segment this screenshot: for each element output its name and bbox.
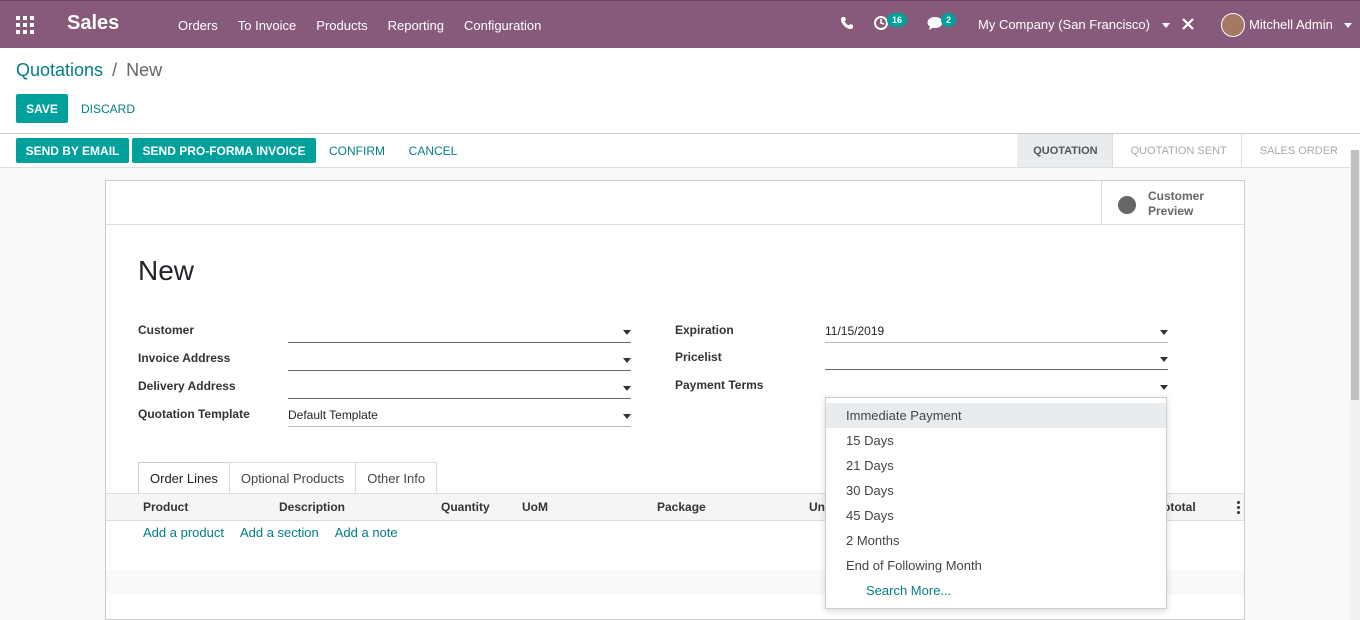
search-more-link[interactable]: Search More... <box>826 578 1166 603</box>
column-unit-price[interactable]: Un <box>809 500 825 514</box>
notebook-tabs: Order Lines Optional Products Other Info <box>138 462 438 493</box>
add-product-link[interactable]: Add a product <box>143 525 224 540</box>
chevron-down-icon[interactable] <box>623 386 631 391</box>
column-quantity[interactable]: Quantity <box>441 500 490 514</box>
form-statusbar: SEND BY EMAIL SEND PRO-FORMA INVOICE CON… <box>0 133 1360 168</box>
user-menu[interactable]: Mitchell Admin <box>1249 17 1353 32</box>
payment-terms-dropdown: Immediate Payment 15 Days 21 Days 30 Day… <box>825 397 1167 609</box>
chevron-down-icon[interactable] <box>623 414 631 419</box>
column-product[interactable]: Product <box>143 500 188 514</box>
option-immediate-payment[interactable]: Immediate Payment <box>826 403 1166 428</box>
chevron-down-icon[interactable] <box>1160 357 1168 362</box>
status-steps: QUOTATION QUOTATION SENT SALES ORDER <box>1017 134 1352 167</box>
add-note-link[interactable]: Add a note <box>335 525 398 540</box>
company-switcher[interactable]: My Company (San Francisco) <box>978 17 1170 32</box>
confirm-button[interactable]: CONFIRM <box>322 138 392 163</box>
quotation-template-label: Quotation Template <box>138 407 250 421</box>
top-navbar: Sales Orders To Invoice Products Reporti… <box>0 0 1360 48</box>
cancel-button[interactable]: CANCEL <box>402 138 464 163</box>
status-quotation: QUOTATION <box>1017 134 1112 167</box>
status-sales-order: SALES ORDER <box>1240 134 1352 167</box>
option-21-days[interactable]: 21 Days <box>826 453 1166 478</box>
customer-preview-button[interactable]: Customer Preview <box>1101 181 1244 225</box>
pricelist-label: Pricelist <box>675 350 722 364</box>
user-name: Mitchell Admin <box>1249 17 1333 32</box>
globe-icon <box>1118 196 1136 214</box>
expiration-field[interactable]: 11/15/2019 <box>825 321 1168 343</box>
option-2-months[interactable]: 2 Months <box>826 528 1166 553</box>
menu-configuration[interactable]: Configuration <box>454 18 551 33</box>
chevron-down-icon[interactable] <box>623 358 631 363</box>
column-description[interactable]: Description <box>279 500 345 514</box>
breadcrumb-current: New <box>126 60 163 80</box>
chevron-down-icon <box>1344 23 1353 29</box>
menu-to-invoice[interactable]: To Invoice <box>228 18 307 33</box>
invoice-address-field[interactable] <box>288 349 631 371</box>
menu-products[interactable]: Products <box>306 18 377 33</box>
chevron-down-icon <box>1161 23 1170 29</box>
expiration-label: Expiration <box>675 323 734 337</box>
tab-other-info[interactable]: Other Info <box>355 462 438 493</box>
messages-count-badge: 2 <box>941 13 957 27</box>
debug-tools-icon[interactable] <box>1181 17 1195 35</box>
phone-icon[interactable] <box>840 16 854 34</box>
customer-field[interactable] <box>288 321 631 343</box>
main-menu: Orders To Invoice Products Reporting Con… <box>168 1 551 49</box>
payment-terms-label: Payment Terms <box>675 378 764 392</box>
chevron-down-icon[interactable] <box>623 330 631 335</box>
button-box: Customer Preview <box>106 181 1244 225</box>
delivery-address-label: Delivery Address <box>138 379 236 393</box>
record-title: New <box>138 255 195 286</box>
scrollbar-thumb[interactable] <box>1351 150 1359 400</box>
discard-button[interactable]: DISCARD <box>77 94 139 123</box>
chevron-down-icon[interactable] <box>1160 385 1168 390</box>
chevron-down-icon[interactable] <box>1160 330 1168 335</box>
activity-count-badge: 16 <box>887 13 908 27</box>
delivery-address-field[interactable] <box>288 377 631 399</box>
breadcrumb-separator: / <box>112 60 118 80</box>
tab-optional-products[interactable]: Optional Products <box>228 462 357 493</box>
option-45-days[interactable]: 45 Days <box>826 503 1166 528</box>
quotation-template-field[interactable]: Default Template <box>288 405 631 427</box>
menu-reporting[interactable]: Reporting <box>378 18 454 33</box>
app-name: Sales <box>67 12 120 34</box>
breadcrumb-quotations[interactable]: Quotations <box>16 60 103 80</box>
status-quotation-sent: QUOTATION SENT <box>1111 134 1241 167</box>
invoice-address-label: Invoice Address <box>138 351 231 365</box>
optional-columns-icon[interactable] <box>1237 501 1240 514</box>
column-subtotal[interactable]: ototal <box>1163 500 1196 514</box>
save-button[interactable]: SAVE <box>16 94 68 123</box>
add-section-link[interactable]: Add a section <box>240 525 319 540</box>
column-package[interactable]: Package <box>657 500 706 514</box>
customer-preview-label: Customer Preview <box>1148 189 1205 218</box>
tab-order-lines[interactable]: Order Lines <box>138 462 230 493</box>
column-uom[interactable]: UoM <box>522 500 548 514</box>
payment-terms-field[interactable] <box>825 376 1168 398</box>
breadcrumb: Quotations / New <box>16 60 162 81</box>
option-30-days[interactable]: 30 Days <box>826 478 1166 503</box>
add-line-links: Add a product Add a section Add a note <box>143 525 414 540</box>
send-by-email-button[interactable]: SEND BY EMAIL <box>16 138 129 163</box>
pricelist-field[interactable] <box>825 348 1168 370</box>
menu-orders[interactable]: Orders <box>168 18 228 33</box>
company-name: My Company (San Francisco) <box>978 17 1150 32</box>
send-proforma-button[interactable]: SEND PRO-FORMA INVOICE <box>132 138 316 163</box>
apps-menu-icon[interactable] <box>16 16 34 34</box>
option-15-days[interactable]: 15 Days <box>826 428 1166 453</box>
user-avatar[interactable] <box>1221 13 1245 37</box>
scrollbar[interactable] <box>1350 150 1360 620</box>
customer-label: Customer <box>138 323 195 337</box>
option-end-of-following-month[interactable]: End of Following Month <box>826 553 1166 578</box>
